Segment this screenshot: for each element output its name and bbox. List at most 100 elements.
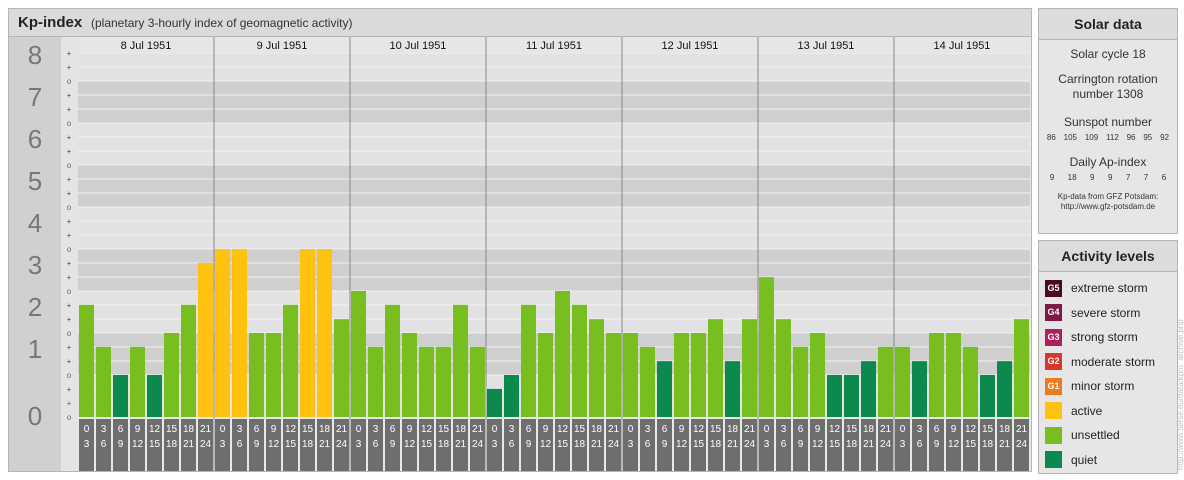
kp-chart-panel: Kp-index (planetary 3-hourly index of ge… <box>8 8 1032 472</box>
interval-end-label: 12 <box>812 439 824 450</box>
legend-swatch: G3 <box>1045 328 1062 346</box>
interval-end-label: 18 <box>982 439 994 450</box>
minor-tick-symbol: o <box>67 161 72 170</box>
interval-start-label: 3 <box>781 424 787 435</box>
legend-swatch <box>1045 451 1062 469</box>
kp-bar <box>589 319 604 417</box>
kp-bar <box>283 304 298 417</box>
kp-bar <box>980 375 995 417</box>
interval-start-label: 12 <box>285 424 297 435</box>
interval-start-label: 0 <box>220 424 226 435</box>
interval-start-label: 15 <box>982 424 994 435</box>
carrington-line2: number 1308 <box>1072 87 1144 101</box>
kp-bar <box>487 388 502 417</box>
kp-bar <box>402 333 417 417</box>
legend-label: moderate storm <box>1071 354 1156 369</box>
interval-end-label: 6 <box>509 439 515 450</box>
interval-start-label: 9 <box>543 424 549 435</box>
interval-end-label: 6 <box>917 439 923 450</box>
legend-item: G2 moderate storm <box>1039 350 1177 375</box>
legend-item: G1 minor storm <box>1039 374 1177 399</box>
interval-start-label: 3 <box>373 424 379 435</box>
interval-end-label: 18 <box>302 439 314 450</box>
interval-end-label: 9 <box>526 439 532 450</box>
legend-item: active <box>1039 399 1177 424</box>
interval-start-label: 0 <box>84 424 90 435</box>
interval-end-label: 6 <box>645 439 651 450</box>
interval-end-label: 15 <box>149 439 161 450</box>
interval-start-label: 15 <box>710 424 722 435</box>
kp-bar <box>504 375 519 417</box>
legend-swatch: G5 <box>1045 279 1062 297</box>
source-line2: http://www.gfz-potsdam.de <box>1060 202 1156 211</box>
kp-bar <box>895 346 910 417</box>
kp-bar <box>912 361 927 417</box>
kp-bar <box>436 346 451 417</box>
interval-end-label: 3 <box>764 439 770 450</box>
interval-start-label: 6 <box>254 424 260 435</box>
day-label: 14 Jul 1951 <box>934 40 991 52</box>
kp-bar <box>266 333 281 417</box>
legend-item: G4 severe storm <box>1039 301 1177 326</box>
kp-bar <box>725 361 740 417</box>
legend-label: extreme storm <box>1071 281 1148 296</box>
interval-end-label: 18 <box>166 439 178 450</box>
legend-swatch <box>1045 402 1062 420</box>
kp-bar <box>929 333 944 417</box>
interval-start-label: 18 <box>863 424 875 435</box>
interval-start-label: 21 <box>880 424 892 435</box>
interval-end-label: 9 <box>118 439 124 450</box>
kp-bar-chart: 0123456789o+-o+-+-o+-+-o+-+-o+-+-o+-+-o+… <box>9 37 1030 471</box>
interval-end-label: 21 <box>727 439 739 450</box>
ap-value: 9 <box>1049 173 1055 182</box>
kp-bar <box>827 375 842 417</box>
band <box>78 207 1030 249</box>
kp-bar <box>147 375 162 417</box>
interval-end-label: 9 <box>798 439 804 450</box>
activity-legend: G5 extreme storm G4 severe storm G3 strong st… <box>1039 272 1177 472</box>
legend-swatch: G1 <box>1045 377 1062 395</box>
sunspot-value: 112 <box>1106 133 1119 142</box>
interval-start-label: 3 <box>509 424 515 435</box>
band <box>78 81 1030 123</box>
interval-start-label: 12 <box>965 424 977 435</box>
interval-start-label: 12 <box>421 424 433 435</box>
activity-levels-panel: Activity levels G5 extreme storm G4 severe … <box>1038 240 1178 474</box>
kp-bar <box>538 333 553 417</box>
kp-bar <box>606 333 621 417</box>
interval-start-label: 15 <box>166 424 178 435</box>
interval-end-label: 15 <box>557 439 569 450</box>
interval-start-label: 3 <box>101 424 107 435</box>
interval-end-label: 15 <box>693 439 705 450</box>
interval-start-label: 21 <box>200 424 212 435</box>
interval-end-label: 12 <box>132 439 144 450</box>
interval-start-label: 21 <box>472 424 484 435</box>
interval-end-label: 6 <box>237 439 243 450</box>
interval-start-label: 0 <box>764 424 770 435</box>
ap-value: 7 <box>1143 173 1149 182</box>
interval-start-label: 0 <box>900 424 906 435</box>
kp-bar <box>181 304 196 417</box>
kp-bar <box>470 346 485 417</box>
interval-end-label: 12 <box>676 439 688 450</box>
band <box>78 123 1030 165</box>
chart-title: Kp-index <box>18 14 83 31</box>
ap-value: 18 <box>1067 173 1077 182</box>
kp-bar <box>878 346 893 417</box>
sunspot-value: 109 <box>1084 133 1099 142</box>
interval-start-label: 18 <box>183 424 195 435</box>
kp-bar <box>657 361 672 417</box>
minor-tick-symbol: + <box>67 399 72 408</box>
legend-item: G5 extreme storm <box>1039 276 1177 301</box>
kp-bar <box>997 361 1012 417</box>
interval-start-label: 21 <box>336 424 348 435</box>
interval-start-label: 9 <box>271 424 277 435</box>
legend-item: G3 strong storm <box>1039 325 1177 350</box>
interval-start-label: 6 <box>118 424 124 435</box>
interval-start-label: 21 <box>608 424 620 435</box>
minor-tick-symbol: + <box>67 259 72 268</box>
credit-url: http://www.tierse.eu/data/kp/o_archive.p… <box>1176 319 1184 470</box>
kp-bar <box>742 319 757 417</box>
kp-bar <box>572 304 587 417</box>
interval-start-label: 18 <box>727 424 739 435</box>
